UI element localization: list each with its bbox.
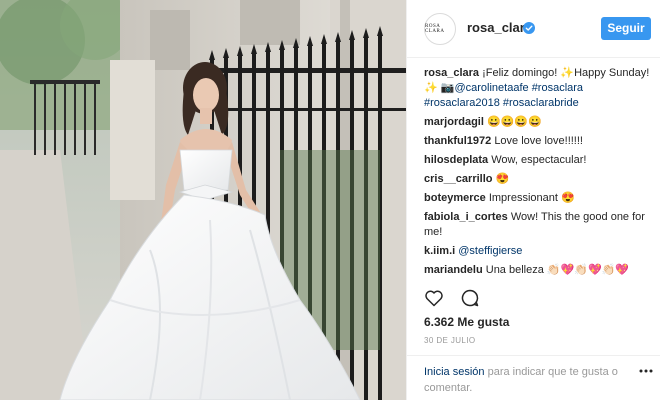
bride-photo-illustration xyxy=(0,0,406,400)
comments-list: rosa_clara ¡Feliz domingo! ✨Happy Sunday… xyxy=(424,66,652,282)
post-photo[interactable] xyxy=(0,0,406,400)
avatar-logo-text: ROSA CLARA xyxy=(425,24,445,34)
comment-author[interactable]: thankful1972 xyxy=(424,135,491,147)
comment-item: hilosdeplata Wow, espectacular! xyxy=(424,153,652,168)
comment-item: fabiola_i_cortes Wow! This the good one … xyxy=(424,210,652,240)
post-actions xyxy=(424,288,644,310)
more-dots-icon[interactable] xyxy=(639,368,653,374)
sparkles-icon: ✨ xyxy=(424,82,438,94)
follow-button[interactable]: Seguir xyxy=(601,17,651,40)
avatar[interactable]: ROSA CLARA xyxy=(424,13,456,45)
caption-text-2: Happy Sunday! xyxy=(574,67,650,79)
verified-badge-icon xyxy=(523,22,535,34)
comment-author[interactable]: mariandelu xyxy=(424,264,483,276)
sparkles-icon: ✨ xyxy=(560,67,575,79)
comment-author[interactable]: boteymerce xyxy=(424,192,486,204)
comment-item: mariandelu Una belleza 👏🏻💖👏🏻💖👏🏻💖 xyxy=(424,263,652,278)
login-prompt: Inicia sesión para indicar que te gusta … xyxy=(424,364,634,396)
comment-author[interactable]: cris__carrillo xyxy=(424,173,493,185)
camera-icon: 📷 xyxy=(440,82,455,94)
comment-text: Love love love!!!!!! xyxy=(494,135,583,147)
comment-bubble-icon[interactable] xyxy=(460,288,480,308)
comment-item: boteymerce Impressionant 😍 xyxy=(424,191,652,206)
login-footer: Inicia sesión para indicar que te gusta … xyxy=(407,355,660,400)
comment-item: thankful1972 Love love love!!!!!! xyxy=(424,134,652,149)
caption-author[interactable]: rosa_clara xyxy=(424,67,479,79)
post-date: 30 DE JULIO xyxy=(424,336,476,345)
comment-item: cris__carrillo 😍 xyxy=(424,172,652,187)
caption-text-1: ¡Feliz domingo! xyxy=(482,67,561,79)
comment-author[interactable]: hilosdeplata xyxy=(424,154,488,166)
comment-item: marjordagil 😀😀😀😀 xyxy=(424,115,652,130)
heart-outline-icon[interactable] xyxy=(424,288,444,308)
comment-author[interactable]: fabiola_i_cortes xyxy=(424,211,508,223)
comment-text: 😀😀😀😀 xyxy=(486,116,542,128)
comment-text: Impressionant 😍 xyxy=(488,192,575,204)
post-header: ROSA CLARA rosa_clara Seguir xyxy=(407,0,660,58)
comment-author[interactable]: marjordagil xyxy=(424,116,484,128)
login-link[interactable]: Inicia sesión xyxy=(424,366,485,378)
caption-mention[interactable]: @carolinetaafe xyxy=(454,82,528,94)
post-side-panel: ROSA CLARA rosa_clara Seguir rosa_clara … xyxy=(406,0,660,400)
comment-mention[interactable]: @steffigierse xyxy=(458,245,522,257)
comment-text: Wow, espectacular! xyxy=(491,154,587,166)
caption: rosa_clara ¡Feliz domingo! ✨Happy Sunday… xyxy=(424,66,652,111)
comment-author[interactable]: k.iim.i xyxy=(424,245,455,257)
likes-count[interactable]: 6.362 Me gusta xyxy=(424,315,509,329)
comment-text: 😍 xyxy=(495,173,510,185)
comment-text: Una belleza 👏🏻💖👏🏻💖👏🏻💖 xyxy=(485,264,630,276)
comment-item: k.iim.i @steffigierse xyxy=(424,244,652,259)
